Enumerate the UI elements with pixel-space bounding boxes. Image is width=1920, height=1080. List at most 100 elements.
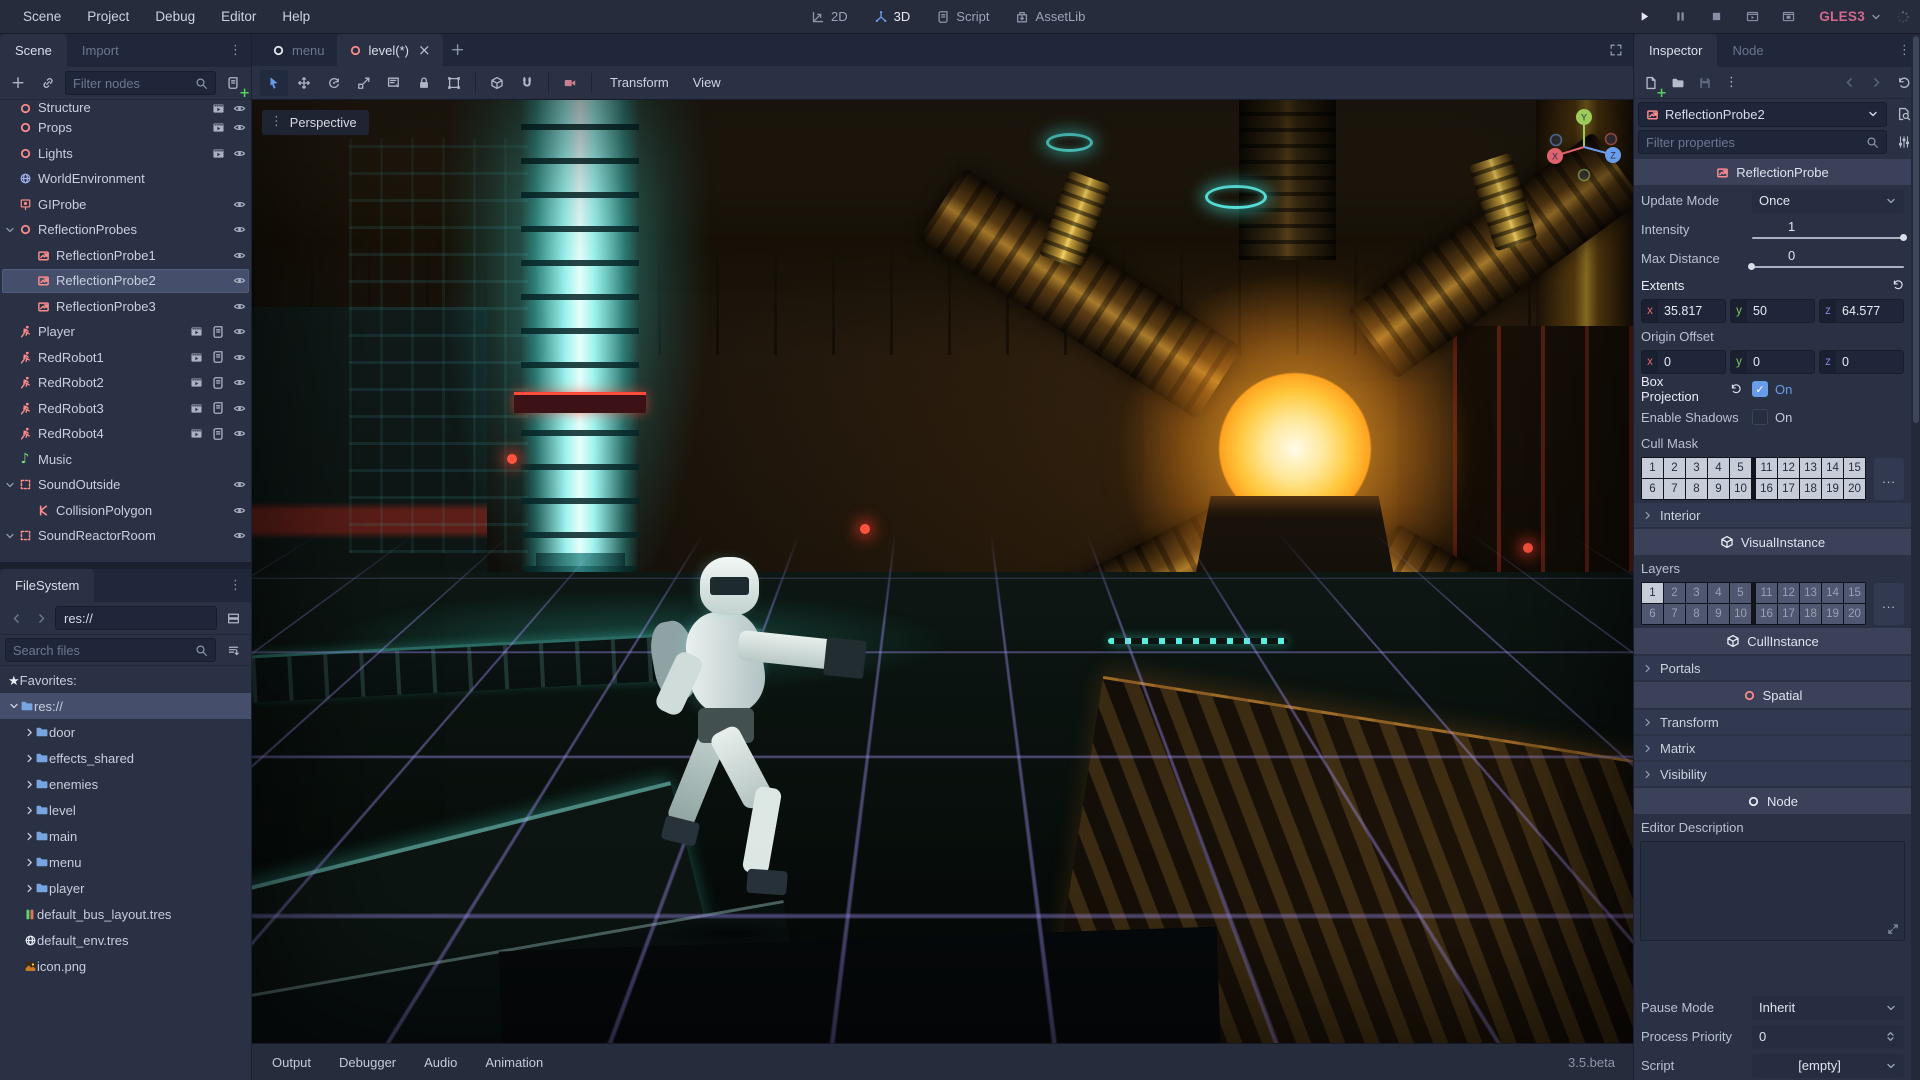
tool-magnet-button[interactable] [513, 70, 541, 96]
revert-icon[interactable] [1730, 383, 1742, 395]
layer-cell-19[interactable]: 19 [1822, 479, 1843, 499]
add-node-button[interactable]: + [5, 71, 31, 95]
play-scene-button[interactable] [1739, 4, 1765, 30]
slider-intensity[interactable]: 1 [1752, 217, 1907, 243]
expand-arrow-icon[interactable] [24, 779, 35, 790]
tab-filesystem[interactable]: FileSystem [0, 569, 95, 602]
stop-button[interactable] [1703, 4, 1729, 30]
current-path[interactable]: res:// [55, 606, 217, 630]
scene-node-structure[interactable]: Structure [0, 101, 251, 115]
fs-item-menu[interactable]: menu [0, 849, 251, 875]
menu-project[interactable]: Project [74, 0, 142, 34]
layer-cell-20[interactable]: 20 [1844, 479, 1865, 499]
tab-node[interactable]: Node [1717, 34, 1778, 67]
scene-node-music[interactable]: ♪ Music [0, 447, 251, 473]
layer-cell-15[interactable]: 15 [1844, 458, 1865, 478]
layer-cell-10[interactable]: 10 [1730, 604, 1751, 624]
menu-help[interactable]: Help [269, 0, 323, 34]
load-resource-button[interactable] [1665, 71, 1690, 95]
layer-cell-7[interactable]: 7 [1664, 604, 1685, 624]
movie-badge-icon[interactable] [190, 402, 203, 415]
checkbox[interactable]: ✓ [1752, 381, 1768, 397]
main-screen-script[interactable]: Script [926, 4, 999, 30]
filter-properties-input[interactable]: Filter properties [1638, 130, 1887, 154]
visibility-eye-icon[interactable] [233, 274, 246, 287]
fs-item-door[interactable]: door [0, 719, 251, 745]
bottom-panel-audio[interactable]: Audio [410, 1044, 471, 1080]
layer-cell-14[interactable]: 14 [1822, 583, 1843, 603]
layer-cell-2[interactable]: 2 [1664, 458, 1685, 478]
checkbox[interactable] [1752, 409, 1768, 425]
renderer-dropdown[interactable]: GLES3 [1819, 9, 1882, 24]
layer-cell-12[interactable]: 12 [1778, 458, 1799, 478]
section-matrix[interactable]: Matrix [1634, 736, 1911, 760]
visibility-eye-icon[interactable] [233, 102, 246, 115]
visibility-eye-icon[interactable] [233, 147, 246, 160]
fs-item-enemies[interactable]: enemies [0, 771, 251, 797]
fs-item-level[interactable]: level [0, 797, 251, 823]
tool-rotate-button[interactable] [320, 70, 348, 96]
search-files-input[interactable]: Search files [5, 638, 216, 662]
scene-node-redrobot2[interactable]: RedRobot2 [0, 370, 251, 396]
axis-gizmo[interactable]: Y X Z [1541, 104, 1627, 190]
movie-badge-icon[interactable] [212, 102, 225, 115]
scene-node-reflectionprobe3[interactable]: ReflectionProbe3 [0, 294, 251, 320]
slider-knob[interactable] [1900, 234, 1907, 242]
main-screen-assetlib[interactable]: AssetLib [1006, 4, 1096, 30]
history-back-icon[interactable] [1837, 71, 1862, 95]
layer-cell-20[interactable]: 20 [1844, 604, 1865, 624]
movie-badge-icon[interactable] [212, 121, 225, 134]
editor-description-textarea[interactable] [1640, 841, 1905, 941]
layer-cell-4[interactable]: 4 [1708, 458, 1729, 478]
layer-cell-1[interactable]: 1 [1642, 458, 1663, 478]
category-node[interactable]: Node [1634, 788, 1911, 814]
layer-cell-3[interactable]: 3 [1686, 583, 1707, 603]
layer-cell-17[interactable]: 17 [1778, 604, 1799, 624]
layer-cell-3[interactable]: 3 [1686, 458, 1707, 478]
movie-badge-icon[interactable] [190, 325, 203, 338]
visibility-eye-icon[interactable] [233, 478, 246, 491]
layer-cell-10[interactable]: 10 [1730, 479, 1751, 499]
attach-script-button[interactable]: + [220, 71, 250, 100]
dropdown-pause-mode[interactable]: Inherit [1752, 995, 1904, 1020]
scene-node-soundoutside[interactable]: SoundOutside [0, 472, 251, 498]
layer-cell-9[interactable]: 9 [1708, 479, 1729, 499]
visibility-eye-icon[interactable] [233, 376, 246, 389]
scene-node-soundreactorroom[interactable]: SoundReactorRoom [0, 523, 251, 549]
menu-debug[interactable]: Debug [142, 0, 208, 34]
visibility-eye-icon[interactable] [233, 198, 246, 211]
expand-arrow-icon[interactable] [24, 857, 35, 868]
main-screen-3d[interactable]: 3D [864, 4, 921, 30]
script-badge-icon[interactable] [211, 427, 225, 441]
section-interior[interactable]: Interior [1634, 503, 1911, 527]
layer-cell-13[interactable]: 13 [1800, 583, 1821, 603]
tool-move-button[interactable] [290, 70, 318, 96]
pause-button[interactable] [1667, 4, 1693, 30]
bottom-panel-animation[interactable]: Animation [471, 1044, 557, 1080]
history-forward-button[interactable] [30, 607, 52, 629]
layer-grid-more-button[interactable]: ... [1874, 582, 1904, 625]
scene-node-redrobot1[interactable]: RedRobot1 [0, 345, 251, 371]
bottom-panel-debugger[interactable]: Debugger [325, 1044, 410, 1080]
edited-object-dropdown[interactable]: ReflectionProbe2 [1638, 101, 1887, 127]
layer-cell-6[interactable]: 6 [1642, 604, 1663, 624]
visibility-eye-icon[interactable] [233, 325, 246, 338]
layer-cell-1[interactable]: 1 [1642, 583, 1663, 603]
scene-node-reflectionprobe2[interactable]: ReflectionProbe2 [0, 268, 251, 294]
bottom-panel-output[interactable]: Output [258, 1044, 325, 1080]
layer-cell-4[interactable]: 4 [1708, 583, 1729, 603]
visibility-eye-icon[interactable] [233, 402, 246, 415]
category-reflectionprobe[interactable]: ReflectionProbe [1634, 159, 1911, 185]
scene-node-props[interactable]: Props [0, 115, 251, 141]
layer-cell-12[interactable]: 12 [1778, 583, 1799, 603]
dock-menu-icon[interactable]: ⋮ [220, 44, 251, 57]
perspective-menu-button[interactable]: ⋮ Perspective [262, 110, 369, 135]
instance-scene-button[interactable] [35, 71, 61, 95]
category-cullinstance[interactable]: CullInstance [1634, 628, 1911, 654]
tool-cine-button[interactable] [556, 70, 584, 96]
vector-component-x[interactable]: x0 [1641, 349, 1726, 374]
menu-view[interactable]: View [682, 70, 732, 96]
fs-item-player[interactable]: player [0, 875, 251, 901]
file-sort-button[interactable] [220, 638, 246, 662]
fs-item-res-[interactable]: res:// [0, 693, 251, 719]
